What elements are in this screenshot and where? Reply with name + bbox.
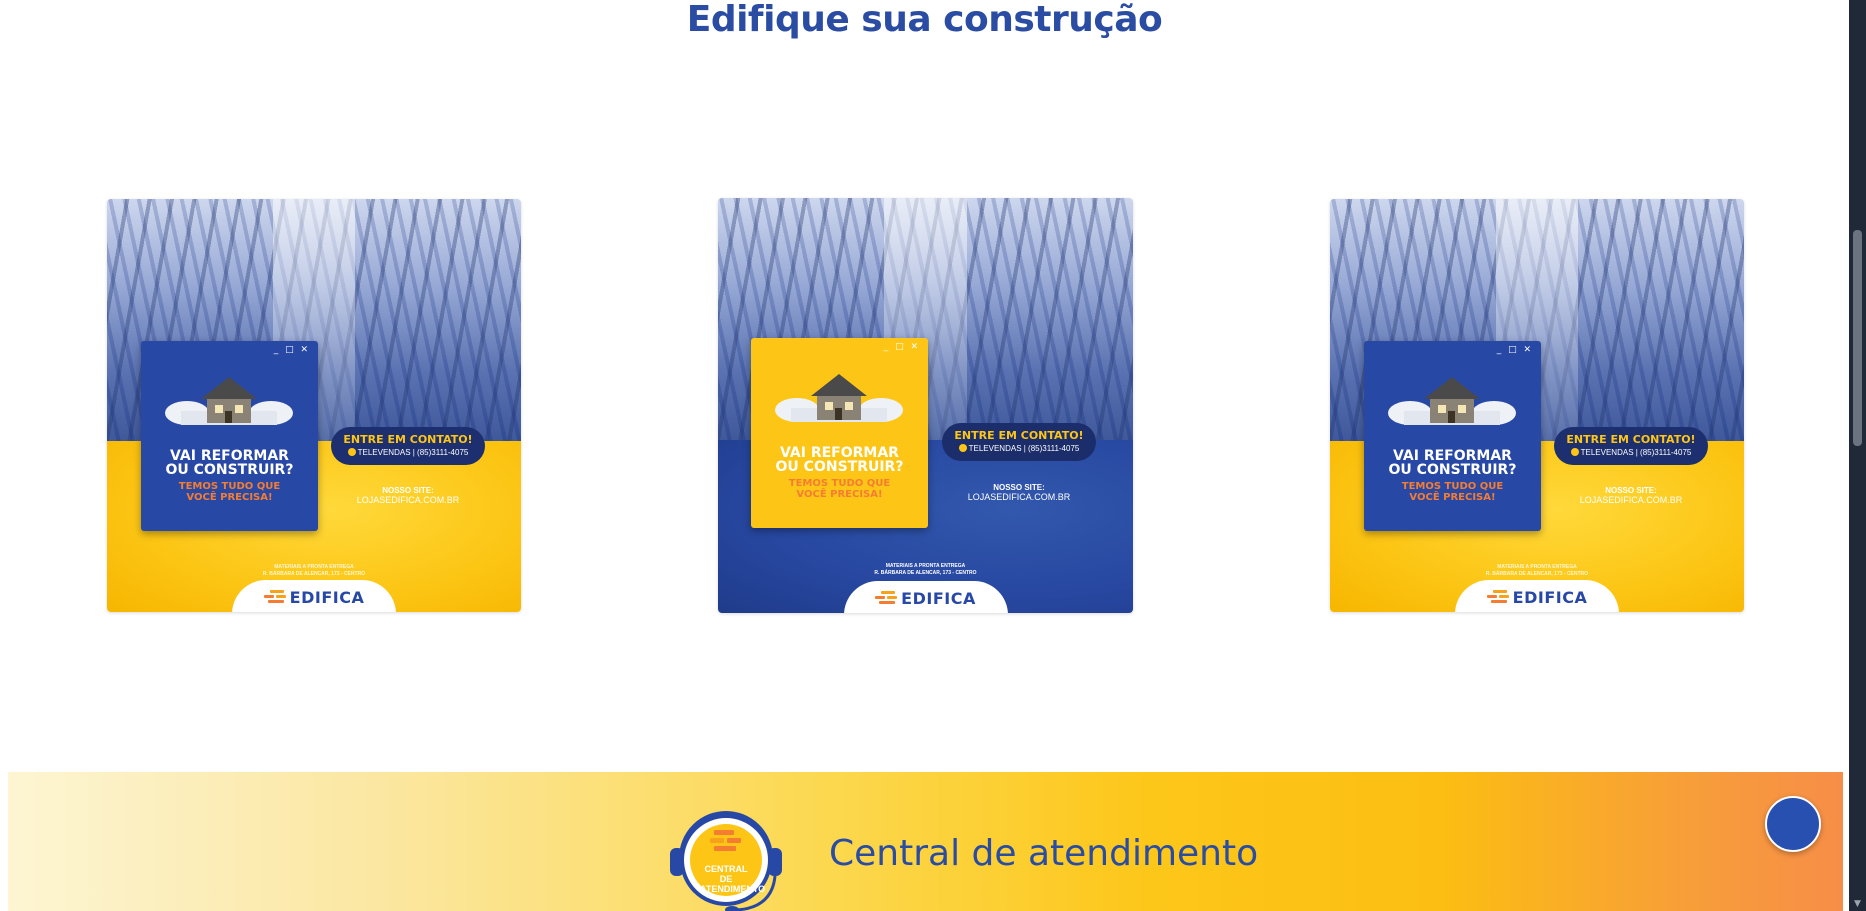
logo-text: EDIFICA	[1512, 587, 1588, 607]
site-url: LOJASEDIFICA.COM.BR	[356, 495, 460, 505]
popup-window: _ □ ✕ VAI REFORMAR OU CONSTRUIR? TEMOS T…	[751, 338, 928, 528]
headline-line: OU CONSTRUIR?	[1388, 462, 1517, 478]
house-icon	[1388, 377, 1516, 425]
badge-label: CENTRAL DE ATENDIMENTO	[700, 864, 766, 894]
headline: VAI REFORMAR OU CONSTRUIR?	[751, 446, 928, 474]
section-title: Edifique sua construção	[686, 0, 1163, 40]
house-icon	[775, 374, 903, 422]
site-label: NOSSO SITE:	[382, 486, 434, 495]
address: MATERIAIS A PRONTA ENTREGA R. BÁRBARA DE…	[1330, 564, 1744, 578]
whatsapp-icon	[958, 444, 967, 452]
site-info: NOSSO SITE: LOJASEDIFICA.COM.BR	[1554, 486, 1708, 505]
headline: VAI REFORMAR OU CONSTRUIR?	[141, 449, 318, 477]
address-line: R. BÁRBARA DE ALENCAR, 173 - CENTRO	[262, 571, 366, 577]
subheadline-line: VOCÊ PRECISA!	[1409, 492, 1496, 503]
headline-line: OU CONSTRUIR?	[165, 462, 294, 478]
house-icon	[165, 377, 293, 425]
subheadline-line: TEMOS TUDO QUE	[1401, 481, 1504, 492]
scrollbar[interactable]: ▼	[1849, 0, 1866, 911]
address: MATERIAIS A PRONTA ENTREGA R. BÁRBARA DE…	[718, 563, 1133, 577]
logo-text: EDIFICA	[289, 587, 365, 607]
address: MATERIAIS A PRONTA ENTREGA R. BÁRBARA DE…	[107, 564, 521, 578]
support-title: Central de atendimento	[829, 833, 1259, 874]
banner-card[interactable]: _ □ ✕ VAI REFORMAR OU CONSTRUIR? TEMOS T…	[107, 199, 521, 612]
site-url: LOJASEDIFICA.COM.BR	[967, 492, 1071, 502]
logo-text: EDIFICA	[901, 588, 976, 608]
subheadline-line: VOCÊ PRECISA!	[796, 489, 883, 500]
subheadline-line: VOCÊ PRECISA!	[186, 492, 273, 503]
whatsapp-icon	[1570, 448, 1579, 456]
scrollbar-thumb[interactable]	[1853, 230, 1862, 446]
popup-window: _ □ ✕ VAI REFORMAR OU CONSTRUIR? TEMOS T…	[141, 341, 318, 531]
banner-card[interactable]: _ □ ✕ VAI REFORMAR OU CONSTRUIR? TEMOS T…	[718, 198, 1133, 613]
contact-phone: TELEVENDAS | (85)3111-4075	[1580, 448, 1692, 457]
headline-line: VAI REFORMAR	[1393, 448, 1512, 464]
address-line: R. BÁRBARA DE ALENCAR, 173 - CENTRO	[874, 570, 977, 576]
window-controls-icon: _ □ ✕	[1496, 345, 1533, 355]
site-info: NOSSO SITE: LOJASEDIFICA.COM.BR	[331, 486, 485, 505]
site-label: NOSSO SITE:	[993, 483, 1045, 492]
headline-line: OU CONSTRUIR?	[775, 459, 904, 475]
brick-logo-icon	[263, 590, 286, 604]
headline: VAI REFORMAR OU CONSTRUIR?	[1364, 449, 1541, 477]
badge-label-line: ATENDIMENTO	[700, 884, 766, 894]
subheadline-line: TEMOS TUDO QUE	[178, 481, 281, 492]
brand-logo: EDIFICA	[843, 581, 1008, 613]
contact-title: ENTRE EM CONTATO!	[954, 429, 1084, 442]
site-info: NOSSO SITE: LOJASEDIFICA.COM.BR	[942, 483, 1096, 502]
subheadline-line: TEMOS TUDO QUE	[788, 478, 891, 489]
address-line: MATERIAIS A PRONTA ENTREGA	[885, 563, 966, 569]
contact-pill: ENTRE EM CONTATO! TELEVENDAS | (85)3111-…	[942, 423, 1096, 461]
subheadline: TEMOS TUDO QUE VOCÊ PRECISA!	[751, 478, 928, 500]
site-label: NOSSO SITE:	[1605, 486, 1657, 495]
headline-line: VAI REFORMAR	[780, 445, 899, 461]
subheadline: TEMOS TUDO QUE VOCÊ PRECISA!	[141, 481, 318, 503]
scroll-down-arrow-icon[interactable]: ▼	[1849, 897, 1866, 911]
address-line: R. BÁRBARA DE ALENCAR, 173 - CENTRO	[1485, 571, 1589, 577]
whatsapp-icon	[347, 448, 356, 456]
window-controls-icon: _ □ ✕	[273, 345, 310, 355]
brand-logo: EDIFICA	[232, 580, 396, 612]
page: Edifique sua construção _ □ ✕ VAI REFORM…	[0, 0, 1849, 911]
brick-logo-icon	[1486, 590, 1509, 604]
address-line: MATERIAIS A PRONTA ENTREGA	[274, 564, 354, 570]
chat-button[interactable]	[1765, 796, 1821, 852]
window-controls-icon: _ □ ✕	[883, 342, 920, 352]
brand-logo: EDIFICA	[1455, 580, 1619, 612]
subheadline: TEMOS TUDO QUE VOCÊ PRECISA!	[1364, 481, 1541, 503]
contact-phone-row: TELEVENDAS | (85)3111-4075	[331, 448, 485, 457]
contact-phone-row: TELEVENDAS | (85)3111-4075	[942, 444, 1096, 453]
badge-label-line: CENTRAL DE	[704, 864, 748, 884]
popup-window: _ □ ✕ VAI REFORMAR OU CONSTRUIR? TEMOS T…	[1364, 341, 1541, 531]
contact-title: ENTRE EM CONTATO!	[1566, 433, 1696, 446]
banner-card[interactable]: _ □ ✕ VAI REFORMAR OU CONSTRUIR? TEMOS T…	[1330, 199, 1744, 612]
contact-pill: ENTRE EM CONTATO! TELEVENDAS | (85)3111-…	[1554, 427, 1708, 465]
site-url: LOJASEDIFICA.COM.BR	[1579, 495, 1683, 505]
contact-title: ENTRE EM CONTATO!	[343, 433, 473, 446]
headline-line: VAI REFORMAR	[170, 448, 289, 464]
address-line: MATERIAIS A PRONTA ENTREGA	[1497, 564, 1577, 570]
contact-phone: TELEVENDAS | (85)3111-4075	[968, 444, 1080, 453]
brick-logo-icon	[875, 591, 898, 605]
contact-phone: TELEVENDAS | (85)3111-4075	[357, 448, 469, 457]
contact-pill: ENTRE EM CONTATO! TELEVENDAS | (85)3111-…	[331, 427, 485, 465]
contact-phone-row: TELEVENDAS | (85)3111-4075	[1554, 448, 1708, 457]
